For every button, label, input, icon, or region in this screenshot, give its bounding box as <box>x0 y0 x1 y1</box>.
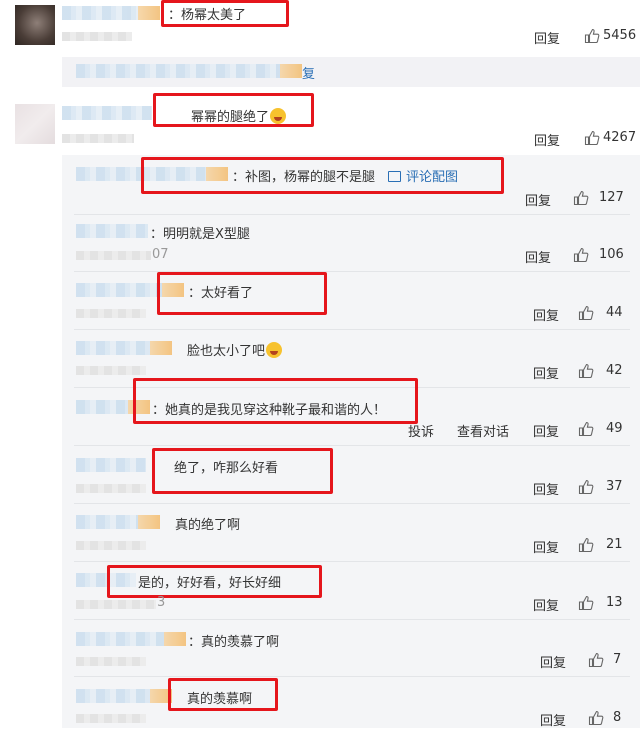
reply-button[interactable]: 回复 <box>533 421 559 440</box>
timestamp-blurred <box>76 541 146 550</box>
emoji-icon <box>266 342 283 358</box>
reply-username-blurred[interactable] <box>76 632 186 646</box>
avatar[interactable] <box>15 5 55 45</box>
view-conversation-button[interactable]: 查看对话 <box>457 421 509 440</box>
timestamp-blurred <box>76 251 151 260</box>
highlight-box <box>168 678 278 711</box>
reply-text: 脸也太小了吧 <box>187 340 283 359</box>
reply-button[interactable]: 回复 <box>525 190 551 209</box>
reply-button[interactable]: 回复 <box>525 247 551 266</box>
reply-username-blurred[interactable] <box>76 224 148 238</box>
like-icon[interactable] <box>588 710 604 726</box>
reply-username-blurred[interactable] <box>76 515 160 529</box>
reply-button[interactable]: 回复 <box>533 363 559 382</box>
highlight-box <box>152 448 333 494</box>
like-count: 37 <box>606 479 623 494</box>
username-blurred[interactable] <box>62 106 152 120</box>
divider <box>74 445 630 446</box>
like-count: 13 <box>606 595 623 610</box>
highlight-box <box>153 93 314 127</box>
like-icon[interactable] <box>578 537 594 553</box>
like-count: 42 <box>606 363 623 378</box>
expand-replies-blurred[interactable] <box>76 64 302 78</box>
divider <box>74 619 630 620</box>
expand-replies-text[interactable]: 复 <box>302 63 315 82</box>
reply-button[interactable]: 回复 <box>533 595 559 614</box>
like-icon[interactable] <box>578 421 594 437</box>
timestamp-blurred <box>76 714 146 723</box>
timestamp-blurred <box>62 134 134 143</box>
like-icon[interactable] <box>573 190 589 206</box>
like-count: 5456 <box>603 28 637 43</box>
reply-button[interactable]: 回复 <box>540 652 566 671</box>
reply-text: ：真的羡慕了啊 <box>188 635 280 650</box>
like-icon[interactable] <box>578 595 594 611</box>
like-count: 4267 <box>603 130 637 145</box>
timestamp-blurred <box>76 484 146 493</box>
reply-button[interactable]: 回复 <box>534 130 560 149</box>
reply-text: ：明明就是X型腿 <box>150 227 250 242</box>
like-icon[interactable] <box>573 247 589 263</box>
highlight-box <box>107 565 322 598</box>
divider <box>74 503 630 504</box>
like-count: 49 <box>606 421 623 436</box>
divider <box>74 561 630 562</box>
like-icon[interactable] <box>584 130 600 146</box>
timestamp-fragment: 3 <box>157 595 166 610</box>
highlight-box <box>157 272 327 315</box>
report-button[interactable]: 投诉 <box>408 421 434 440</box>
timestamp-fragment: 07 <box>152 247 169 262</box>
like-count: 7 <box>613 652 622 667</box>
reply-username-blurred[interactable] <box>76 689 172 703</box>
divider <box>74 676 630 677</box>
like-icon[interactable] <box>588 652 604 668</box>
reply-username-blurred[interactable] <box>76 341 172 355</box>
reply-button[interactable]: 回复 <box>534 28 560 47</box>
like-count: 8 <box>613 710 622 725</box>
divider <box>74 214 630 215</box>
reply-text: 真的绝了啊 <box>175 518 241 533</box>
like-icon[interactable] <box>578 479 594 495</box>
timestamp-blurred <box>76 600 156 609</box>
highlight-box <box>161 0 289 27</box>
like-icon[interactable] <box>578 363 594 379</box>
reply-button[interactable]: 回复 <box>533 305 559 324</box>
like-count: 21 <box>606 537 623 552</box>
avatar[interactable] <box>15 104 55 144</box>
username-blurred[interactable] <box>62 6 160 20</box>
like-count: 106 <box>599 247 624 262</box>
timestamp-blurred <box>76 366 146 375</box>
reply-button[interactable]: 回复 <box>533 479 559 498</box>
timestamp-blurred <box>62 32 132 41</box>
like-count: 44 <box>606 305 623 320</box>
highlight-box <box>133 378 418 424</box>
reply-username-blurred[interactable] <box>76 458 146 472</box>
reply-button[interactable]: 回复 <box>533 537 559 556</box>
like-icon[interactable] <box>578 305 594 321</box>
like-icon[interactable] <box>584 28 600 44</box>
timestamp-blurred <box>76 657 146 666</box>
like-count: 127 <box>599 190 624 205</box>
reply-button[interactable]: 回复 <box>540 710 566 729</box>
timestamp-blurred <box>76 309 146 318</box>
divider <box>74 329 630 330</box>
highlight-box <box>141 157 504 194</box>
